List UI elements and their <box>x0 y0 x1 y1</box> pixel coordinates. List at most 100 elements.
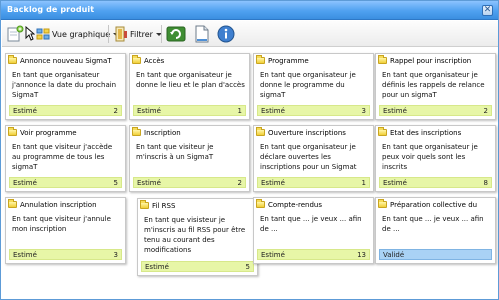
card-header: Annulation inscription <box>6 198 125 211</box>
folder-icon <box>378 55 387 64</box>
card-header: Rappel pour inscription <box>376 54 495 67</box>
story-card[interactable]: Programme En tant que organisateur je do… <box>253 53 374 120</box>
folder-icon <box>256 199 265 208</box>
card-title: Annulation inscription <box>20 200 97 209</box>
story-card[interactable]: Voir programme En tant que visiteur j'ac… <box>5 125 126 192</box>
toolbar-separator <box>161 25 162 43</box>
card-points: 3 <box>361 106 366 115</box>
card-status-bar: Estimé 5 <box>141 261 254 272</box>
card-title: Ouverture inscriptions <box>268 128 346 137</box>
close-button[interactable]: ✕ <box>482 5 493 16</box>
card-status-bar: Estimé 3 <box>9 249 122 260</box>
card-points: 1 <box>237 106 242 115</box>
folder-icon <box>378 199 387 208</box>
card-title: Programme <box>268 56 309 65</box>
folder-icon <box>378 127 387 136</box>
card-status: Estimé <box>137 106 161 115</box>
card-title: Rappel pour inscription <box>390 56 472 65</box>
card-description: En tant que visiteur je m'inscris à un S… <box>136 143 214 161</box>
card-description: En tant que visiteur j'accède au program… <box>12 143 113 171</box>
toolbar-separator <box>108 25 109 43</box>
new-item-button[interactable] <box>6 24 24 44</box>
card-header: Inscription <box>130 126 249 139</box>
card-status-bar: Estimé 1 <box>133 105 246 116</box>
card-points: 1 <box>361 178 366 187</box>
card-title: Voir programme <box>20 128 77 137</box>
backlog-window: Backlog de produit ✕ Vue graphique Filtr… <box>0 0 499 300</box>
refresh-button[interactable] <box>166 24 186 44</box>
card-header: Préparation collective du <box>376 198 495 211</box>
card-title: Etat des inscriptions <box>390 128 462 137</box>
story-card[interactable]: Etat des inscriptions En tant que organi… <box>375 125 496 192</box>
card-status-bar: Estimé 5 <box>9 177 122 188</box>
story-card[interactable]: Ouverture inscriptions En tant que organ… <box>253 125 374 192</box>
cursor-icon <box>25 26 35 41</box>
view-graphic-dropdown[interactable]: Vue graphique <box>36 24 120 44</box>
story-card[interactable]: Annulation inscription En tant que visit… <box>5 197 126 264</box>
folder-icon <box>132 55 141 64</box>
card-description: En tant que organisateur j'annonce la da… <box>12 71 117 99</box>
story-card[interactable]: Annonce nouveau SigmaT En tant que organ… <box>5 53 126 120</box>
card-header: Etat des inscriptions <box>376 126 495 139</box>
card-points: 2 <box>113 106 118 115</box>
story-card[interactable]: Rappel pour inscription En tant que orga… <box>375 53 496 120</box>
card-points: 5 <box>113 178 118 187</box>
card-status: Estimé <box>383 106 407 115</box>
card-status: Estimé <box>145 262 169 271</box>
folder-icon <box>256 55 265 64</box>
story-card[interactable]: Préparation collective du En tant que ..… <box>375 197 496 264</box>
card-description: En tant que organisateur je définis les … <box>382 71 485 99</box>
folder-icon <box>8 127 17 136</box>
document-button[interactable] <box>195 24 209 44</box>
card-title: Fil RSS <box>152 201 176 210</box>
story-card[interactable]: Fil RSS En tant que visisteur je m'inscr… <box>137 198 258 276</box>
filter-dropdown[interactable]: Filtrer <box>114 24 162 44</box>
card-description: En tant que ... je veux ... afin de ... <box>260 215 362 233</box>
card-title: Annonce nouveau SigmaT <box>20 56 112 65</box>
card-description: En tant que organisateur je donne le pro… <box>260 71 356 99</box>
card-header: Annonce nouveau SigmaT <box>6 54 125 67</box>
card-header: Accès <box>130 54 249 67</box>
card-header: Programme <box>254 54 373 67</box>
card-description: En tant que visiteur j'annule mon inscri… <box>12 215 111 233</box>
card-status-bar: Estimé 1 <box>257 177 370 188</box>
info-button[interactable] <box>217 24 235 44</box>
story-card[interactable]: Compte-rendus En tant que ... je veux ..… <box>253 197 374 264</box>
folder-icon <box>8 55 17 64</box>
card-points: 5 <box>245 262 250 271</box>
refresh-icon <box>166 26 186 42</box>
card-status: Estimé <box>13 178 37 187</box>
select-tool-button[interactable] <box>25 24 35 44</box>
card-status-bar: Estimé 3 <box>257 105 370 116</box>
card-status: Estimé <box>261 106 285 115</box>
card-points: 2 <box>483 106 488 115</box>
story-card[interactable]: Inscription En tant que visiteur je m'in… <box>129 125 250 192</box>
card-description: En tant que organisateur je peux voir qu… <box>382 143 478 171</box>
window-title: Backlog de produit <box>7 5 95 14</box>
new-item-icon <box>7 25 24 42</box>
card-status-bar: Estimé 2 <box>133 177 246 188</box>
card-header: Fil RSS <box>138 199 257 212</box>
card-title: Préparation collective du <box>390 200 478 209</box>
card-status: Estimé <box>137 178 161 187</box>
folder-icon <box>256 127 265 136</box>
title-bar[interactable]: Backlog de produit ✕ <box>1 1 498 20</box>
view-graphic-label: Vue graphique <box>52 29 111 39</box>
card-status: Estimé <box>261 178 285 187</box>
card-description: En tant que organisateur je donne le lie… <box>136 71 245 89</box>
card-header: Compte-rendus <box>254 198 373 211</box>
filter-icon <box>115 26 127 42</box>
card-status: Estimé <box>383 178 407 187</box>
card-description: En tant que organisateur je déclare ouve… <box>260 143 357 171</box>
folder-icon <box>8 199 17 208</box>
card-description: En tant que visisteur je m'inscris au fi… <box>144 216 246 254</box>
card-status: Estimé <box>261 250 285 259</box>
card-status-bar: Estimé 8 <box>379 177 492 188</box>
card-title: Accès <box>144 56 165 65</box>
card-points: 8 <box>483 178 488 187</box>
card-status: Estimé <box>13 106 37 115</box>
story-card[interactable]: Accès En tant que organisateur je donne … <box>129 53 250 120</box>
card-description: En tant que ... je veux ... afin de ... <box>382 215 484 233</box>
toolbar: Vue graphique Filtrer <box>2 21 498 47</box>
card-points: 3 <box>113 250 118 259</box>
